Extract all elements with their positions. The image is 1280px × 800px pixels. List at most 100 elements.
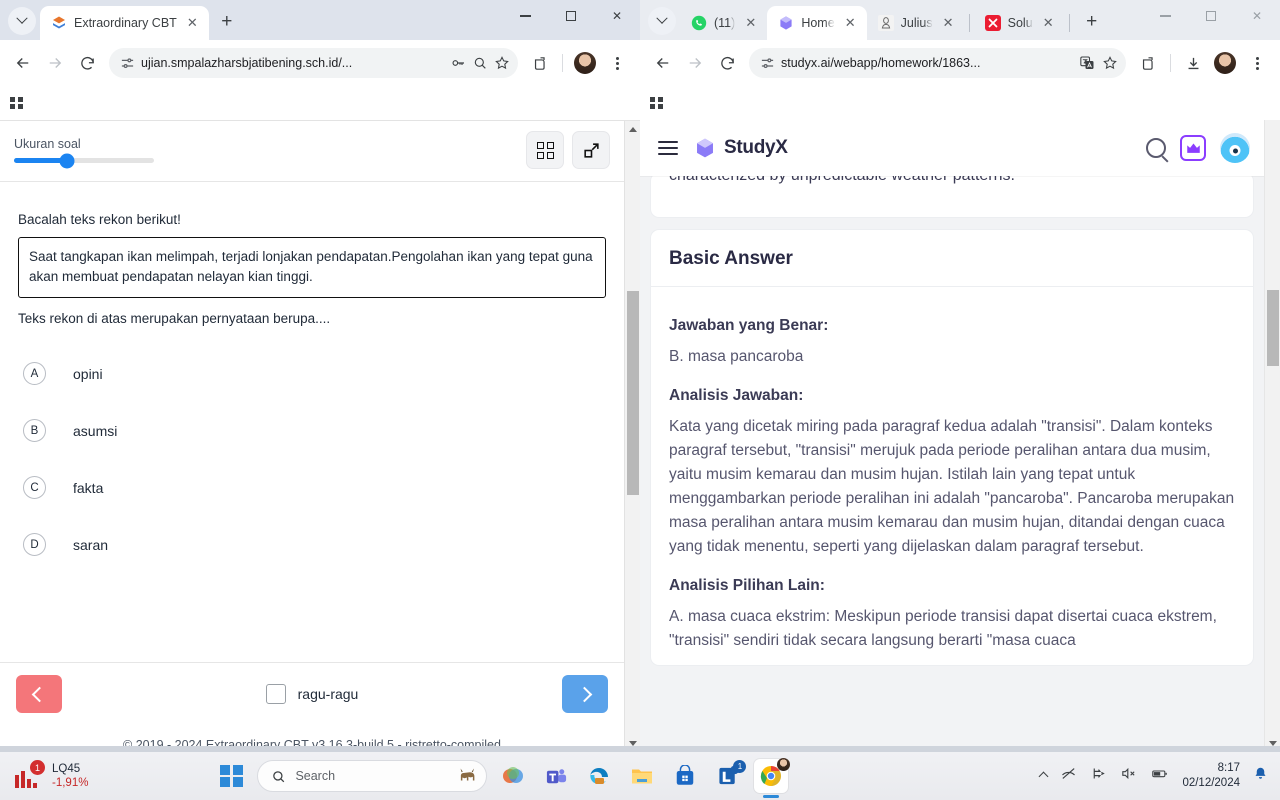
chrome-menu-button[interactable]	[602, 48, 632, 78]
linkedin-icon[interactable]: 1	[711, 759, 747, 793]
tab-close-icon[interactable]: ✕	[742, 15, 759, 32]
start-button[interactable]	[214, 759, 248, 793]
previous-question-button[interactable]	[16, 675, 62, 713]
teams-icon[interactable]	[539, 759, 573, 793]
new-tab-button[interactable]: +	[1078, 8, 1106, 36]
close-window-button[interactable]: ✕	[1234, 0, 1280, 32]
minimize-button[interactable]	[502, 0, 548, 32]
tab-extraordinary-cbt[interactable]: Extraordinary CBT ✕	[40, 6, 209, 40]
notifications-bell-icon[interactable]	[1253, 766, 1268, 787]
julius-icon	[877, 15, 894, 31]
option-b[interactable]: B asumsi	[18, 402, 606, 459]
option-d[interactable]: D saran	[18, 516, 606, 573]
url-text: ujian.smpalazharsbjatibening.sch.id/...	[141, 56, 353, 70]
address-bar-left[interactable]: ujian.smpalazharsbjatibening.sch.id/...	[109, 48, 518, 78]
fullscreen-button[interactable]	[572, 131, 610, 169]
back-button[interactable]	[8, 48, 38, 78]
bookmark-star-icon[interactable]	[1102, 55, 1118, 71]
close-window-button[interactable]: ✕	[594, 0, 640, 32]
bookmark-star-icon[interactable]	[494, 55, 510, 71]
network-icon[interactable]	[1090, 765, 1107, 787]
option-letter: D	[23, 533, 46, 557]
zoom-search-icon[interactable]	[472, 55, 488, 71]
forward-button[interactable]	[40, 48, 70, 78]
reload-button[interactable]	[72, 48, 102, 78]
taskbar-search[interactable]: Search	[257, 760, 488, 792]
file-explorer-icon[interactable]	[625, 759, 659, 793]
hamburger-menu-icon[interactable]	[658, 140, 678, 156]
profile-button[interactable]	[570, 48, 600, 78]
tab-divider	[1068, 14, 1070, 32]
edge-icon[interactable]	[582, 759, 616, 793]
tab-close-icon[interactable]: ✕	[1040, 15, 1057, 32]
faded-question-text: characterized by unpredictable weather p…	[651, 176, 1253, 195]
tray-expand-icon[interactable]	[1038, 771, 1049, 781]
maximize-button[interactable]	[548, 0, 594, 32]
browser-window-right: (11) ✕ Home ✕ Julius ✕ Solu ✕ + ✕ studyx…	[640, 0, 1280, 752]
option-c[interactable]: C fakta	[18, 459, 606, 516]
forward-button[interactable]	[680, 48, 710, 78]
tab-close-icon[interactable]: ✕	[184, 15, 201, 32]
tab-search-button[interactable]	[8, 7, 36, 35]
copilot-icon[interactable]	[496, 759, 530, 793]
stock-widget[interactable]: 1 LQ45 -1,91%	[0, 760, 89, 791]
site-settings-icon[interactable]	[120, 56, 135, 71]
question-intro: Bacalah teks rekon berikut!	[18, 212, 181, 227]
tab-whatsapp[interactable]: (11) ✕	[680, 6, 767, 40]
extensions-button[interactable]	[525, 48, 555, 78]
next-question-button[interactable]	[561, 675, 608, 713]
volume-muted-icon[interactable]	[1120, 765, 1137, 787]
chevron-down-icon	[656, 12, 668, 24]
maximize-button[interactable]	[1188, 0, 1234, 32]
scrollbar-thumb[interactable]	[1267, 290, 1279, 366]
user-avatar[interactable]	[1220, 133, 1250, 163]
option-a[interactable]: A opini	[18, 345, 606, 402]
apps-grid-icon[interactable]	[650, 96, 663, 110]
answer-options: A opini B asumsi C fakta D saran	[18, 345, 606, 573]
chevron-down-icon	[16, 12, 28, 24]
chrome-profile-badge	[777, 758, 791, 771]
address-bar-right[interactable]: studyx.ai/webapp/homework/1863...	[749, 48, 1126, 78]
back-button[interactable]	[648, 48, 678, 78]
doubt-toggle[interactable]: ragu-ragu	[265, 684, 358, 704]
tab-close-icon[interactable]: ✕	[940, 15, 957, 32]
battery-icon[interactable]	[1150, 765, 1169, 787]
password-key-icon[interactable]	[450, 55, 466, 71]
right-page-scrollbar[interactable]	[1264, 120, 1280, 752]
stock-name: LQ45	[52, 762, 81, 775]
site-settings-icon[interactable]	[760, 56, 775, 71]
tab-search-button[interactable]	[648, 7, 676, 35]
chrome-icon[interactable]	[754, 758, 791, 793]
downloads-button[interactable]	[1178, 48, 1208, 78]
no-internet-icon[interactable]	[1060, 765, 1077, 787]
extensions-button[interactable]	[1133, 48, 1163, 78]
tab-close-icon[interactable]: ✕	[842, 15, 859, 32]
tab-studyx-home[interactable]: Home ✕	[767, 6, 867, 40]
search-icon[interactable]	[1146, 138, 1166, 158]
browser-window-left: Extraordinary CBT ✕ + ✕ ujian.smpalazhar…	[0, 0, 640, 752]
question-size-control[interactable]: Ukuran soal	[14, 137, 154, 168]
doubt-checkbox[interactable]	[265, 684, 286, 704]
apps-grid-icon[interactable]	[10, 96, 23, 110]
scroll-up-button[interactable]	[625, 121, 640, 138]
question-size-slider[interactable]	[14, 153, 154, 168]
clock-widget[interactable]: 8:17 02/12/2024	[1182, 761, 1240, 791]
scrollbar-thumb[interactable]	[627, 291, 639, 495]
question-grid-button[interactable]	[526, 131, 564, 169]
left-page-scrollbar[interactable]	[624, 121, 640, 752]
translate-icon[interactable]	[1079, 55, 1096, 71]
microsoft-store-icon[interactable]	[668, 759, 702, 793]
tab-solu[interactable]: Solu ✕	[974, 6, 1065, 40]
profile-button[interactable]	[1210, 48, 1240, 78]
tab-julius[interactable]: Julius ✕	[867, 6, 965, 40]
other-options-body: A. masa cuaca ekstrim: Meskipun periode …	[669, 608, 1217, 650]
minimize-button[interactable]	[1142, 0, 1188, 32]
cbt-icon	[53, 16, 65, 29]
premium-crown-button[interactable]	[1180, 135, 1206, 161]
chrome-menu-button[interactable]	[1242, 48, 1272, 78]
slider-knob[interactable]	[59, 153, 75, 168]
studyx-logo[interactable]: StudyX	[694, 137, 788, 159]
stock-change: -1,91%	[52, 777, 89, 789]
new-tab-button[interactable]: +	[213, 8, 241, 36]
reload-button[interactable]	[712, 48, 742, 78]
